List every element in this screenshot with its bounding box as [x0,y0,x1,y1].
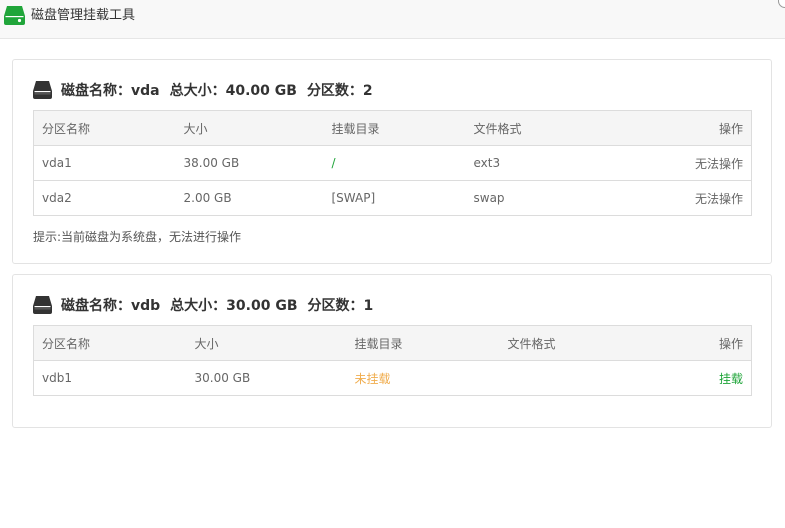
partition-action: 无法操作 [615,180,752,216]
table-row: vda1 38.00 GB / ext3 无法操作 [33,145,752,181]
partition-table: 分区名称 大小 挂载目录 文件格式 操作 vda1 38.00 GB / ext… [33,110,752,216]
partition-mount: / [323,145,466,181]
partition-fs: swap [465,180,616,216]
col-header-partition-name: 分区名称 [33,325,187,361]
partition-name: vda1 [33,145,176,181]
disk-header: 磁盘名称：vdb 总大小：30.00 GB 分区数：1 [33,295,383,315]
partition-mount: [SWAP] [323,180,466,216]
partition-size: 2.00 GB [175,180,324,216]
partition-size: 38.00 GB [175,145,324,181]
disk-panel-vdb: 磁盘名称：vdb 总大小：30.00 GB 分区数：1 分区名称 大小 挂载目录… [12,274,772,428]
col-header-size: 大小 [175,110,324,146]
disk-drive-icon [33,296,52,314]
partition-name: vda2 [33,180,176,216]
table-row: vda2 2.00 GB [SWAP] swap 无法操作 [33,180,752,216]
disk-drive-icon [33,81,52,99]
title-bar: 磁盘管理挂载工具 [0,0,785,39]
partition-size: 30.00 GB [186,360,347,396]
mount-button[interactable]: 挂载 [649,360,752,396]
col-header-size: 大小 [186,325,347,361]
col-header-partition-name: 分区名称 [33,110,176,146]
disk-name: 磁盘名称：vdb [61,298,161,314]
disk-total-size: 总大小：40.00 GB [169,83,297,99]
partition-action: 无法操作 [615,145,752,181]
disk-total-size: 总大小：30.00 GB [170,298,298,314]
partition-fs: ext3 [465,145,616,181]
col-header-action: 操作 [649,325,752,361]
system-disk-hint: 提示:当前磁盘为系统盘，无法进行操作 [33,230,242,244]
partition-name: vdb1 [33,360,187,396]
col-header-fs: 文件格式 [465,110,616,146]
disk-partition-count: 分区数：1 [307,298,374,314]
partition-table: 分区名称 大小 挂载目录 文件格式 操作 vdb1 30.00 GB 未挂载 挂… [33,325,752,396]
col-header-mount: 挂载目录 [323,110,466,146]
window-title: 磁盘管理挂载工具 [31,8,136,23]
partition-mount: 未挂载 [346,360,500,396]
close-button[interactable] [778,0,785,8]
table-row: vdb1 30.00 GB 未挂载 挂载 [33,360,752,396]
table-header-row: 分区名称 大小 挂载目录 文件格式 操作 [33,110,752,146]
col-header-mount: 挂载目录 [346,325,500,361]
disk-header: 磁盘名称：vda 总大小：40.00 GB 分区数：2 [33,80,383,100]
partition-fs [499,360,650,396]
table-header-row: 分区名称 大小 挂载目录 文件格式 操作 [33,325,752,361]
disk-panel-vda: 磁盘名称：vda 总大小：40.00 GB 分区数：2 分区名称 大小 挂载目录… [12,59,772,264]
hard-drive-icon [4,6,25,25]
col-header-action: 操作 [615,110,752,146]
disk-name: 磁盘名称：vda [61,83,160,99]
col-header-fs: 文件格式 [499,325,650,361]
disk-partition-count: 分区数：2 [306,83,373,99]
